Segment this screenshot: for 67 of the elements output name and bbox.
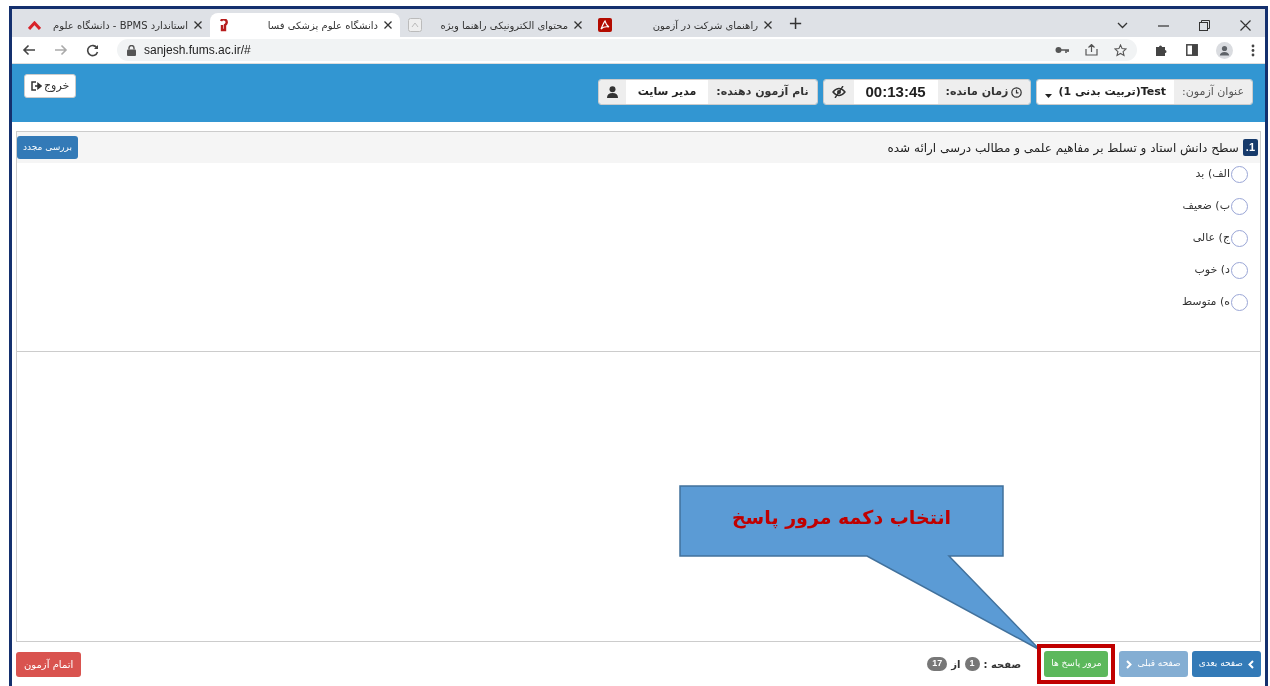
close-icon[interactable] <box>194 21 202 29</box>
star-icon[interactable] <box>1114 43 1127 57</box>
exam-title-label: عنوان آزمون: <box>1174 80 1252 104</box>
hide-timer-button[interactable] <box>823 80 854 104</box>
chevron-up-icon <box>28 20 41 30</box>
clock-icon <box>1011 86 1023 98</box>
chevron-right-icon <box>1126 659 1133 669</box>
pdf-icon <box>598 18 612 32</box>
next-page-button[interactable]: صفحه بعدی <box>1191 651 1261 677</box>
sidebar-icon[interactable] <box>1186 44 1198 56</box>
radio-button[interactable] <box>1231 166 1248 183</box>
option-label: ه) متوسط <box>1181 294 1230 311</box>
close-icon[interactable] <box>574 21 582 29</box>
radio-button[interactable] <box>1231 294 1248 311</box>
minimize-icon[interactable] <box>1158 24 1169 27</box>
time-left-value: 00:13:45 <box>853 80 938 104</box>
radio-button[interactable] <box>1231 262 1248 279</box>
logo-icon <box>218 18 228 32</box>
profile-icon[interactable] <box>1216 41 1233 59</box>
user-icon <box>606 86 618 98</box>
option-label: ب) ضعیف <box>1182 198 1230 215</box>
close-icon[interactable] <box>1240 20 1251 31</box>
tab-title: راهنمای شرکت در آزمون <box>651 18 758 33</box>
chevron-left-icon <box>1248 659 1254 669</box>
chevron-down-icon[interactable] <box>1117 22 1128 29</box>
restore-icon[interactable] <box>1199 20 1210 31</box>
key-icon[interactable] <box>1055 46 1069 54</box>
question-text: سطح دانش استاد و تسلط بر مفاهیم علمی و مطالب درسی ارائه شده <box>887 139 1239 157</box>
page-icon <box>408 18 422 32</box>
eye-slash-icon <box>831 86 846 98</box>
page-label: صفحه : <box>983 657 1022 672</box>
tab-title: دانشگاه علوم پزشکی فسا <box>266 18 378 33</box>
review-again-button[interactable]: بررسی مجدد <box>17 136 79 159</box>
new-tab-button[interactable]: + <box>788 14 804 32</box>
tab-title: استاندارد BPMS - دانشگاه علوم <box>52 18 188 33</box>
page-count-badge: 17 <box>927 657 948 671</box>
exit-button[interactable]: خروج <box>24 74 77 98</box>
examinee-label: نام آزمون دهنده: <box>708 80 817 104</box>
question-number: 1. <box>1242 139 1258 156</box>
back-icon[interactable] <box>22 44 36 56</box>
option-label: ج) عالی <box>1192 230 1230 247</box>
browser-tab[interactable]: محتوای الکترونیکی راهنما ویژه <box>400 13 590 37</box>
time-left-label: زمان مانده: <box>945 83 1009 100</box>
tab-title: محتوای الکترونیکی راهنما ویژه <box>439 18 568 33</box>
close-icon[interactable] <box>384 21 392 29</box>
share-icon[interactable] <box>1085 44 1098 56</box>
puzzle-icon[interactable] <box>1155 43 1168 57</box>
option-label: الف) بد <box>1195 166 1230 183</box>
of-label: از <box>951 657 961 672</box>
browser-tab[interactable]: استاندارد BPMS - دانشگاه علوم <box>20 13 210 37</box>
browser-tab[interactable]: دانشگاه علوم پزشکی فسا <box>210 13 400 37</box>
page-number-badge: 1 <box>964 657 980 671</box>
reload-icon[interactable] <box>86 43 99 57</box>
menu-icon[interactable] <box>1251 43 1255 57</box>
sign-out-icon <box>31 81 42 91</box>
lock-icon <box>127 44 136 56</box>
close-icon[interactable] <box>764 21 772 29</box>
radio-button[interactable] <box>1231 198 1248 215</box>
caret-icon <box>1045 94 1053 98</box>
address-bar[interactable]: sanjesh.fums.ac.ir/# <box>117 39 1137 61</box>
browser-tab[interactable]: راهنمای شرکت در آزمون <box>590 13 780 37</box>
finish-exam-button[interactable]: اتمام آزمون <box>16 651 82 677</box>
examinee-name: مدیر سایت <box>625 80 709 104</box>
callout-text: انتخاب دکمه مرور پاسخ <box>730 505 953 531</box>
radio-button[interactable] <box>1231 230 1248 247</box>
exam-title-dropdown[interactable]: Test(تربیت بدنی 1) <box>1037 80 1175 104</box>
option-label: د) خوب <box>1194 262 1230 279</box>
